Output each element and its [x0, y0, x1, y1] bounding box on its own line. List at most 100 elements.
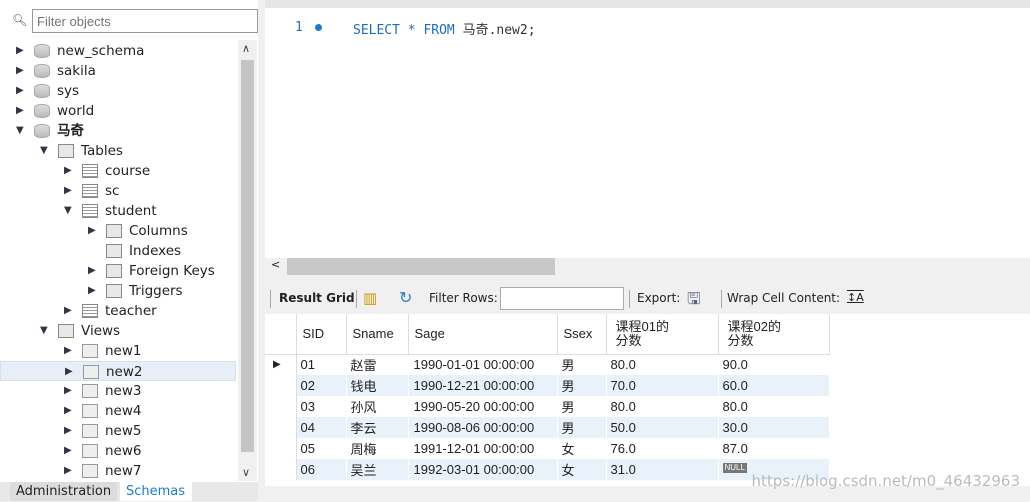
- table-row[interactable]: 06 吴兰 1992-03-01 00:00:00 女 31.0 NULL: [265, 459, 830, 480]
- row-marker[interactable]: [265, 438, 297, 459]
- tree-item-new5[interactable]: ▶ new5: [0, 421, 236, 441]
- result-grid-tab[interactable]: Result Grid: [279, 291, 355, 305]
- collapsed-arrow-icon[interactable]: ▶: [64, 161, 74, 181]
- collapsed-arrow-icon[interactable]: ▶: [16, 61, 26, 81]
- filter-objects-input[interactable]: [32, 9, 258, 33]
- table-cell[interactable]: 钱电: [346, 375, 409, 396]
- table-cell[interactable]: 男: [557, 375, 607, 396]
- collapsed-arrow-icon[interactable]: ▶: [64, 381, 74, 401]
- expanded-arrow-icon[interactable]: ▼: [40, 321, 50, 341]
- table-row[interactable]: ▶ 01 赵雷 1990-01-01 00:00:00 男 80.0 90.0: [265, 354, 830, 375]
- collapsed-arrow-icon[interactable]: ▶: [64, 401, 74, 421]
- table-cell[interactable]: 男: [557, 354, 607, 375]
- tree-item-world[interactable]: ▶ world: [0, 101, 236, 121]
- scroll-left-icon[interactable]: <: [271, 258, 280, 271]
- table-cell[interactable]: 孙风: [346, 396, 409, 417]
- column-header[interactable]: Sname: [346, 314, 409, 355]
- tree-item-sc[interactable]: ▶ sc: [0, 181, 236, 201]
- column-header[interactable]: Ssex: [557, 314, 607, 355]
- tree-scrollbar[interactable]: ∧ ∨: [238, 40, 257, 481]
- expanded-arrow-icon[interactable]: ▼: [16, 121, 26, 141]
- row-marker[interactable]: [265, 459, 297, 480]
- column-header[interactable]: SID: [296, 314, 347, 355]
- table-cell[interactable]: 01: [296, 354, 347, 375]
- tree-item-teacher[interactable]: ▶ teacher: [0, 301, 236, 321]
- table-cell[interactable]: 周梅: [346, 438, 409, 459]
- table-cell[interactable]: 1990-01-01 00:00:00: [408, 354, 558, 375]
- table-cell[interactable]: 赵雷: [346, 354, 409, 375]
- sql-editor[interactable]: 1 SELECT * FROM 马奇.new2;: [265, 8, 1030, 258]
- table-cell[interactable]: 1990-05-20 00:00:00: [408, 396, 558, 417]
- expanded-arrow-icon[interactable]: ▼: [40, 141, 50, 161]
- table-row[interactable]: 03 孙风 1990-05-20 00:00:00 男 80.0 80.0: [265, 396, 830, 417]
- tree-item-new6[interactable]: ▶ new6: [0, 441, 236, 461]
- tree-item-sys[interactable]: ▶ sys: [0, 81, 236, 101]
- scrollbar-thumb[interactable]: [287, 258, 555, 275]
- row-marker[interactable]: [265, 375, 297, 396]
- table-row[interactable]: 02 钱电 1990-12-21 00:00:00 男 70.0 60.0: [265, 375, 830, 396]
- collapsed-arrow-icon[interactable]: ▶: [16, 101, 26, 121]
- table-cell[interactable]: 80.0: [606, 396, 719, 417]
- table-cell[interactable]: 男: [557, 396, 607, 417]
- column-header[interactable]: Sage: [408, 314, 558, 355]
- wrap-cell-icon[interactable]: ↕A: [847, 291, 864, 304]
- table-cell[interactable]: 80.0: [718, 396, 830, 417]
- collapsed-arrow-icon[interactable]: ▶: [88, 221, 98, 241]
- row-marker[interactable]: ▶: [265, 354, 297, 375]
- collapsed-arrow-icon[interactable]: ▶: [64, 461, 74, 481]
- tree-item-views[interactable]: ▼ Views: [0, 321, 236, 341]
- collapsed-arrow-icon[interactable]: ▶: [64, 441, 74, 461]
- table-row[interactable]: 04 李云 1990-08-06 00:00:00 男 50.0 30.0: [265, 417, 830, 438]
- table-row[interactable]: 05 周梅 1991-12-01 00:00:00 女 76.0 87.0: [265, 438, 830, 459]
- table-cell[interactable]: 06: [296, 459, 347, 480]
- tree-item-new2[interactable]: ▶ new2: [0, 361, 236, 381]
- table-cell[interactable]: 男: [557, 417, 607, 438]
- tree-item-new4[interactable]: ▶ new4: [0, 401, 236, 421]
- table-cell[interactable]: 吴兰: [346, 459, 409, 480]
- export-icon[interactable]: 🖫︎: [687, 288, 701, 315]
- scrollbar-thumb[interactable]: [241, 60, 254, 452]
- tree-item-tables[interactable]: ▼ Tables: [0, 141, 236, 161]
- table-cell[interactable]: 60.0: [718, 375, 830, 396]
- scroll-down-icon[interactable]: ∨: [242, 466, 250, 479]
- table-cell[interactable]: 03: [296, 396, 347, 417]
- table-cell[interactable]: 76.0: [606, 438, 719, 459]
- collapsed-arrow-icon[interactable]: ▶: [16, 81, 26, 101]
- collapsed-arrow-icon[interactable]: ▶: [65, 362, 75, 382]
- tree-item-new3[interactable]: ▶ new3: [0, 381, 236, 401]
- filter-rows-input[interactable]: [500, 287, 624, 310]
- table-cell[interactable]: 31.0: [606, 459, 719, 480]
- tree-item-new_schema[interactable]: ▶ new_schema: [0, 41, 236, 61]
- table-cell[interactable]: 1991-12-01 00:00:00: [408, 438, 558, 459]
- collapsed-arrow-icon[interactable]: ▶: [64, 181, 74, 201]
- tab-schemas[interactable]: Schemas: [120, 482, 192, 501]
- table-cell[interactable]: 30.0: [718, 417, 830, 438]
- tree-item-new7[interactable]: ▶ new7: [0, 461, 236, 481]
- table-cell[interactable]: 李云: [346, 417, 409, 438]
- column-header[interactable]: 课程02的 分数: [718, 314, 830, 355]
- table-cell[interactable]: 1990-12-21 00:00:00: [408, 375, 558, 396]
- table-cell[interactable]: 70.0: [606, 375, 719, 396]
- tree-item-course[interactable]: ▶ course: [0, 161, 236, 181]
- table-cell[interactable]: 1992-03-01 00:00:00: [408, 459, 558, 480]
- expanded-arrow-icon[interactable]: ▼: [64, 201, 74, 221]
- tab-administration[interactable]: Administration: [10, 482, 118, 501]
- table-cell[interactable]: 05: [296, 438, 347, 459]
- collapsed-arrow-icon[interactable]: ▶: [64, 341, 74, 361]
- tree-item-student[interactable]: ▼ student: [0, 201, 236, 221]
- table-cell[interactable]: 04: [296, 417, 347, 438]
- collapsed-arrow-icon[interactable]: ▶: [16, 41, 26, 61]
- table-cell[interactable]: 02: [296, 375, 347, 396]
- tree-item-new1[interactable]: ▶ new1: [0, 341, 236, 361]
- table-cell[interactable]: 90.0: [718, 354, 830, 375]
- table-cell[interactable]: 1990-08-06 00:00:00: [408, 417, 558, 438]
- table-cell[interactable]: 女: [557, 459, 607, 480]
- collapsed-arrow-icon[interactable]: ▶: [64, 421, 74, 441]
- collapsed-arrow-icon[interactable]: ▶: [64, 301, 74, 321]
- tree-item-triggers[interactable]: ▶ Triggers: [0, 281, 236, 301]
- editor-hscrollbar[interactable]: <: [265, 258, 1030, 275]
- collapsed-arrow-icon[interactable]: ▶: [88, 281, 98, 301]
- tree-item-indexes[interactable]: Indexes: [0, 241, 236, 261]
- column-header[interactable]: 课程01的 分数: [606, 314, 719, 355]
- row-marker[interactable]: [265, 417, 297, 438]
